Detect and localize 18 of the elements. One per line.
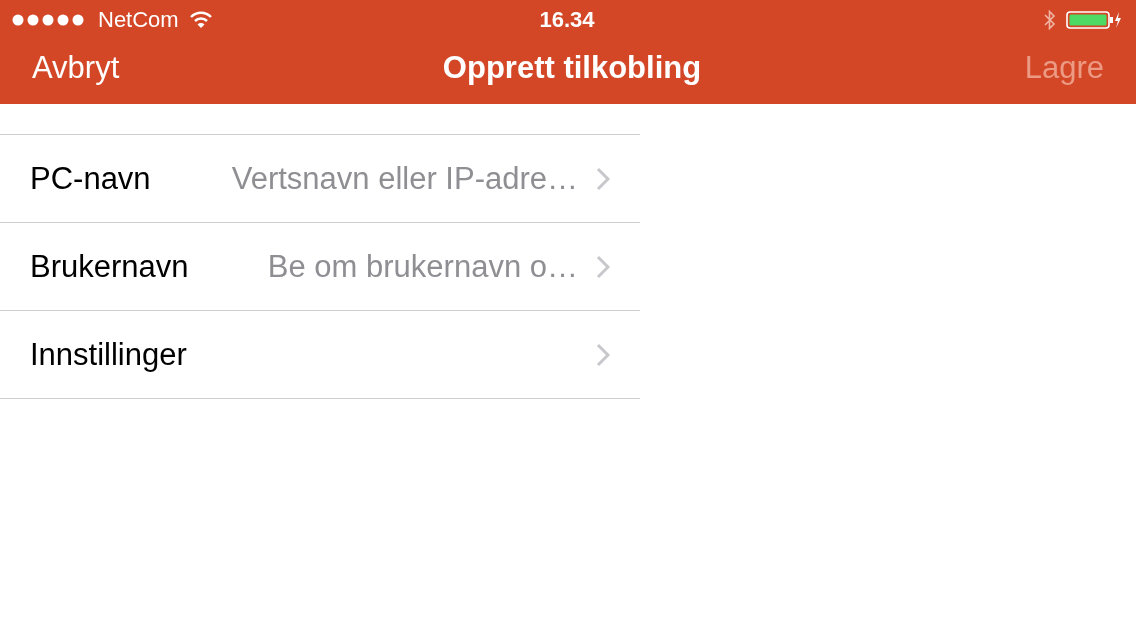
chevron-icon bbox=[596, 166, 610, 191]
screen-title: Opprett tilkobling bbox=[442, 50, 702, 86]
settings-row[interactable]: PC-navn Vertsnavn eller IP-adre… bbox=[0, 135, 640, 223]
settings-row[interactable]: Innstillinger bbox=[0, 311, 640, 399]
row-value: Be om brukernavn o… bbox=[266, 248, 578, 285]
row-value: Vertsnavn eller IP-adre… bbox=[230, 160, 578, 197]
row-label: Innstillinger bbox=[30, 336, 187, 373]
bluetooth-icon bbox=[1044, 10, 1056, 30]
row-label: Brukernavn bbox=[30, 248, 189, 285]
clock-time: 16.34 bbox=[539, 7, 595, 33]
chevron-icon bbox=[596, 254, 610, 279]
row-label: PC-navn bbox=[30, 160, 151, 197]
wifi-icon bbox=[188, 11, 213, 29]
carrier-name: NetCom bbox=[98, 7, 179, 33]
settings-row[interactable]: Brukernavn Be om brukernavn o… bbox=[0, 223, 640, 311]
chevron-icon bbox=[596, 342, 610, 367]
cancel-button[interactable]: Avbryt bbox=[32, 50, 120, 86]
battery-charging-icon bbox=[1066, 10, 1122, 30]
